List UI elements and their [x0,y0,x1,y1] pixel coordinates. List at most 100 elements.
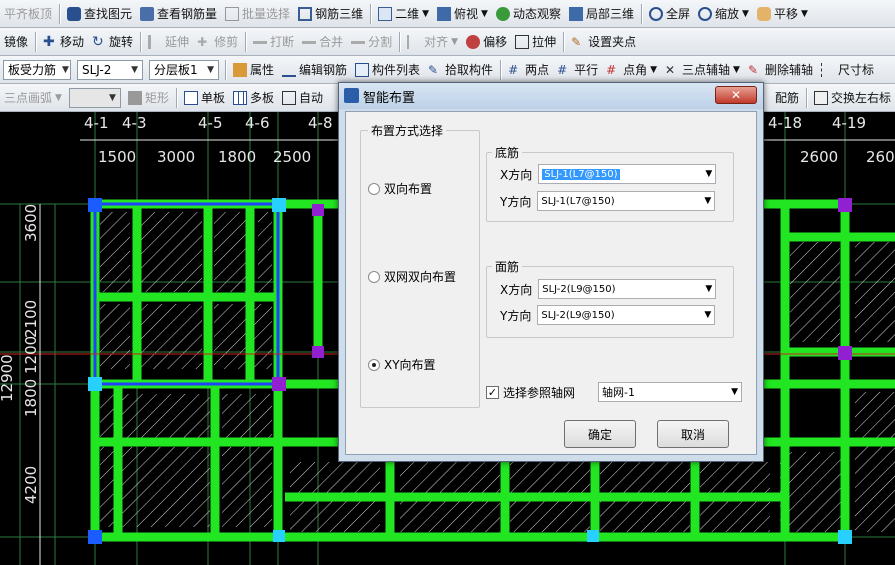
properties-button[interactable]: 属性 [229,59,278,81]
single-slab-button[interactable]: 单板 [180,87,229,109]
element-list-button[interactable]: 构件列表 [351,59,424,81]
radio-bidirectional[interactable]: 双向布置 [368,180,432,197]
local-3d-button[interactable]: 局部三维 [565,3,638,25]
top-x-row: X方向 SLJ-2(L9@150) ▼ [500,279,717,299]
align-dropdown[interactable]: 对齐 ▼ [403,31,462,53]
pick-element-button[interactable]: ✎ 拾取构件 [424,59,497,81]
trim-button[interactable]: ✚ 修剪 [193,31,242,53]
ref-axis-select[interactable]: 轴网-1 ▼ [598,382,742,402]
swap-labels-button[interactable]: 交换左右标 [810,87,895,109]
arc-mode-select[interactable]: ▼ [68,87,121,108]
dialog-titlebar[interactable]: 智能布置 ✕ [339,83,763,109]
toolbar-row-3: 板受力筋 ▼ SLJ-2 ▼ 分层板1 ▼ 属性 编辑钢筋 构件列表 ✎ 拾取构件 # 两… [0,56,895,84]
point-angle-button[interactable]: # 点角 ▼ [602,59,661,81]
ref-axis-row: ✓ 选择参照轴网 [486,386,576,400]
fullscreen-icon [648,6,663,21]
rebar-qty-icon [140,6,155,21]
batch-select-icon [225,6,240,21]
two-point-icon: # [508,62,519,77]
multi-slab-button[interactable]: 多板 [229,87,278,109]
rectangle-button[interactable]: 矩形 [124,87,173,109]
fullscreen-button[interactable]: 全屏 [645,3,694,25]
top-y-select[interactable]: SLJ-2(L9@150) ▼ [537,305,716,325]
offset-button[interactable]: 偏移 [462,31,511,53]
zoom-dropdown[interactable]: 缩放 ▼ [694,3,753,25]
dialog-title: 智能布置 [363,90,416,106]
chevron-down-icon: ▼ [731,387,738,397]
element-name-select[interactable]: SLJ-2 ▼ [77,59,143,80]
dimension-button[interactable]: 尺寸标 [817,59,878,81]
grip-pencil-icon: ✎ [571,34,582,49]
axis-label: 4-8 [308,114,333,132]
auto-icon [281,90,296,105]
set-grip-button[interactable]: ✎ 设置夹点 [567,31,640,53]
align-icon [407,34,421,49]
element-type-select[interactable]: 板受力筋 ▼ [3,59,71,80]
pan-dropdown[interactable]: 平移 ▼ [753,3,812,25]
layer-select[interactable]: 分层板1 ▼ [149,59,219,80]
view-2d-dropdown[interactable]: 二维 ▼ [374,3,433,25]
find-element-button[interactable]: 查找图元 [63,3,136,25]
bottom-x-select[interactable]: SLJ-1(L7@150) ▼ [538,164,717,184]
swap-icon [813,90,828,105]
merge-button[interactable]: 合并 [298,31,347,53]
top-y-row: Y方向 SLJ-2(L9@150) ▼ [500,305,716,325]
edit-rebar-button[interactable]: 编辑钢筋 [278,59,351,81]
cancel-button[interactable]: 取消 [657,420,729,448]
rotate-button[interactable]: ↻ 旋转 [88,31,137,53]
align-slab-top-button[interactable]: 平齐板顶 [0,3,56,25]
split-button[interactable]: 分割 [347,31,396,53]
radio-double-net-bidirectional[interactable]: 双网双向布置 [368,268,456,285]
parallel-icon: # [557,62,568,77]
three-point-axis-button[interactable]: ✕ 三点辅轴 ▼ [661,59,744,81]
merge-icon [302,40,317,49]
move-button[interactable]: ✚ 移动 [39,31,88,53]
stretch-button[interactable]: 拉伸 [511,31,560,53]
mirror-button[interactable]: 镜像 [0,31,32,53]
toolbar-separator [35,31,37,52]
ok-button[interactable]: 确定 [564,420,636,448]
radio-circle-checked [368,358,380,371]
delete-axis-button[interactable]: ✎ 删除辅轴 [744,59,817,81]
close-icon[interactable]: ✕ [715,86,757,104]
trim-icon: ✚ [197,34,208,49]
chevron-down-icon: ▼ [62,64,69,75]
toolbar-separator [563,31,565,52]
rectangle-icon [127,90,142,105]
toolbar-separator [245,31,247,52]
axis-label: 4-18 [768,114,803,132]
top-x-select[interactable]: SLJ-2(L9@150) ▼ [538,279,717,299]
parallel-axis-button[interactable]: # 平行 [553,59,602,81]
auto-button[interactable]: 自动 [278,87,327,109]
total-dimension-text: 12900 [0,354,16,402]
top-rebar-group [486,266,734,338]
top-rebar-group-title: 面筋 [492,258,523,275]
radio-xy-direction[interactable]: XY向布置 [368,356,436,373]
orbit-icon [495,6,510,21]
batch-select-button[interactable]: 批量选择 [221,3,294,25]
view-rebar-qty-button[interactable]: 查看钢筋量 [136,3,221,25]
toolbar-separator [140,31,142,52]
bottom-x-row: X方向 SLJ-1(L7@150) ▼ [500,164,717,184]
top-view-dropdown[interactable]: 俯视 ▼ [433,3,492,25]
bottom-rebar-group-title: 底筋 [492,144,523,161]
three-point-arc-button[interactable]: 三点画弧 ▼ [0,87,66,109]
bottom-y-select[interactable]: SLJ-1(L7@150) ▼ [537,191,716,211]
two-point-axis-button[interactable]: # 两点 [504,59,553,81]
split-icon [351,40,366,49]
rebar-assign-button[interactable]: 配筋 [771,87,803,109]
dynamic-orbit-button[interactable]: 动态观察 [492,3,565,25]
chevron-down-icon: ▼ [131,64,138,75]
dimension-text: 260 [866,148,895,166]
rebar-3d-button[interactable]: 钢筋三维 [294,3,367,25]
pick-icon: ✎ [428,62,439,77]
layout-mode-group-title: 布置方式选择 [368,122,447,139]
toolbar-separator [399,31,401,52]
dimension-icon [820,62,835,77]
dimension-text: 1800 [22,378,40,417]
multi-slab-icon [232,90,247,105]
extend-button[interactable]: 延伸 [144,31,193,53]
ref-axis-checkbox[interactable]: ✓ [486,386,499,399]
dimension-text: 1800 [218,148,257,166]
break-button[interactable]: 打断 [249,31,298,53]
